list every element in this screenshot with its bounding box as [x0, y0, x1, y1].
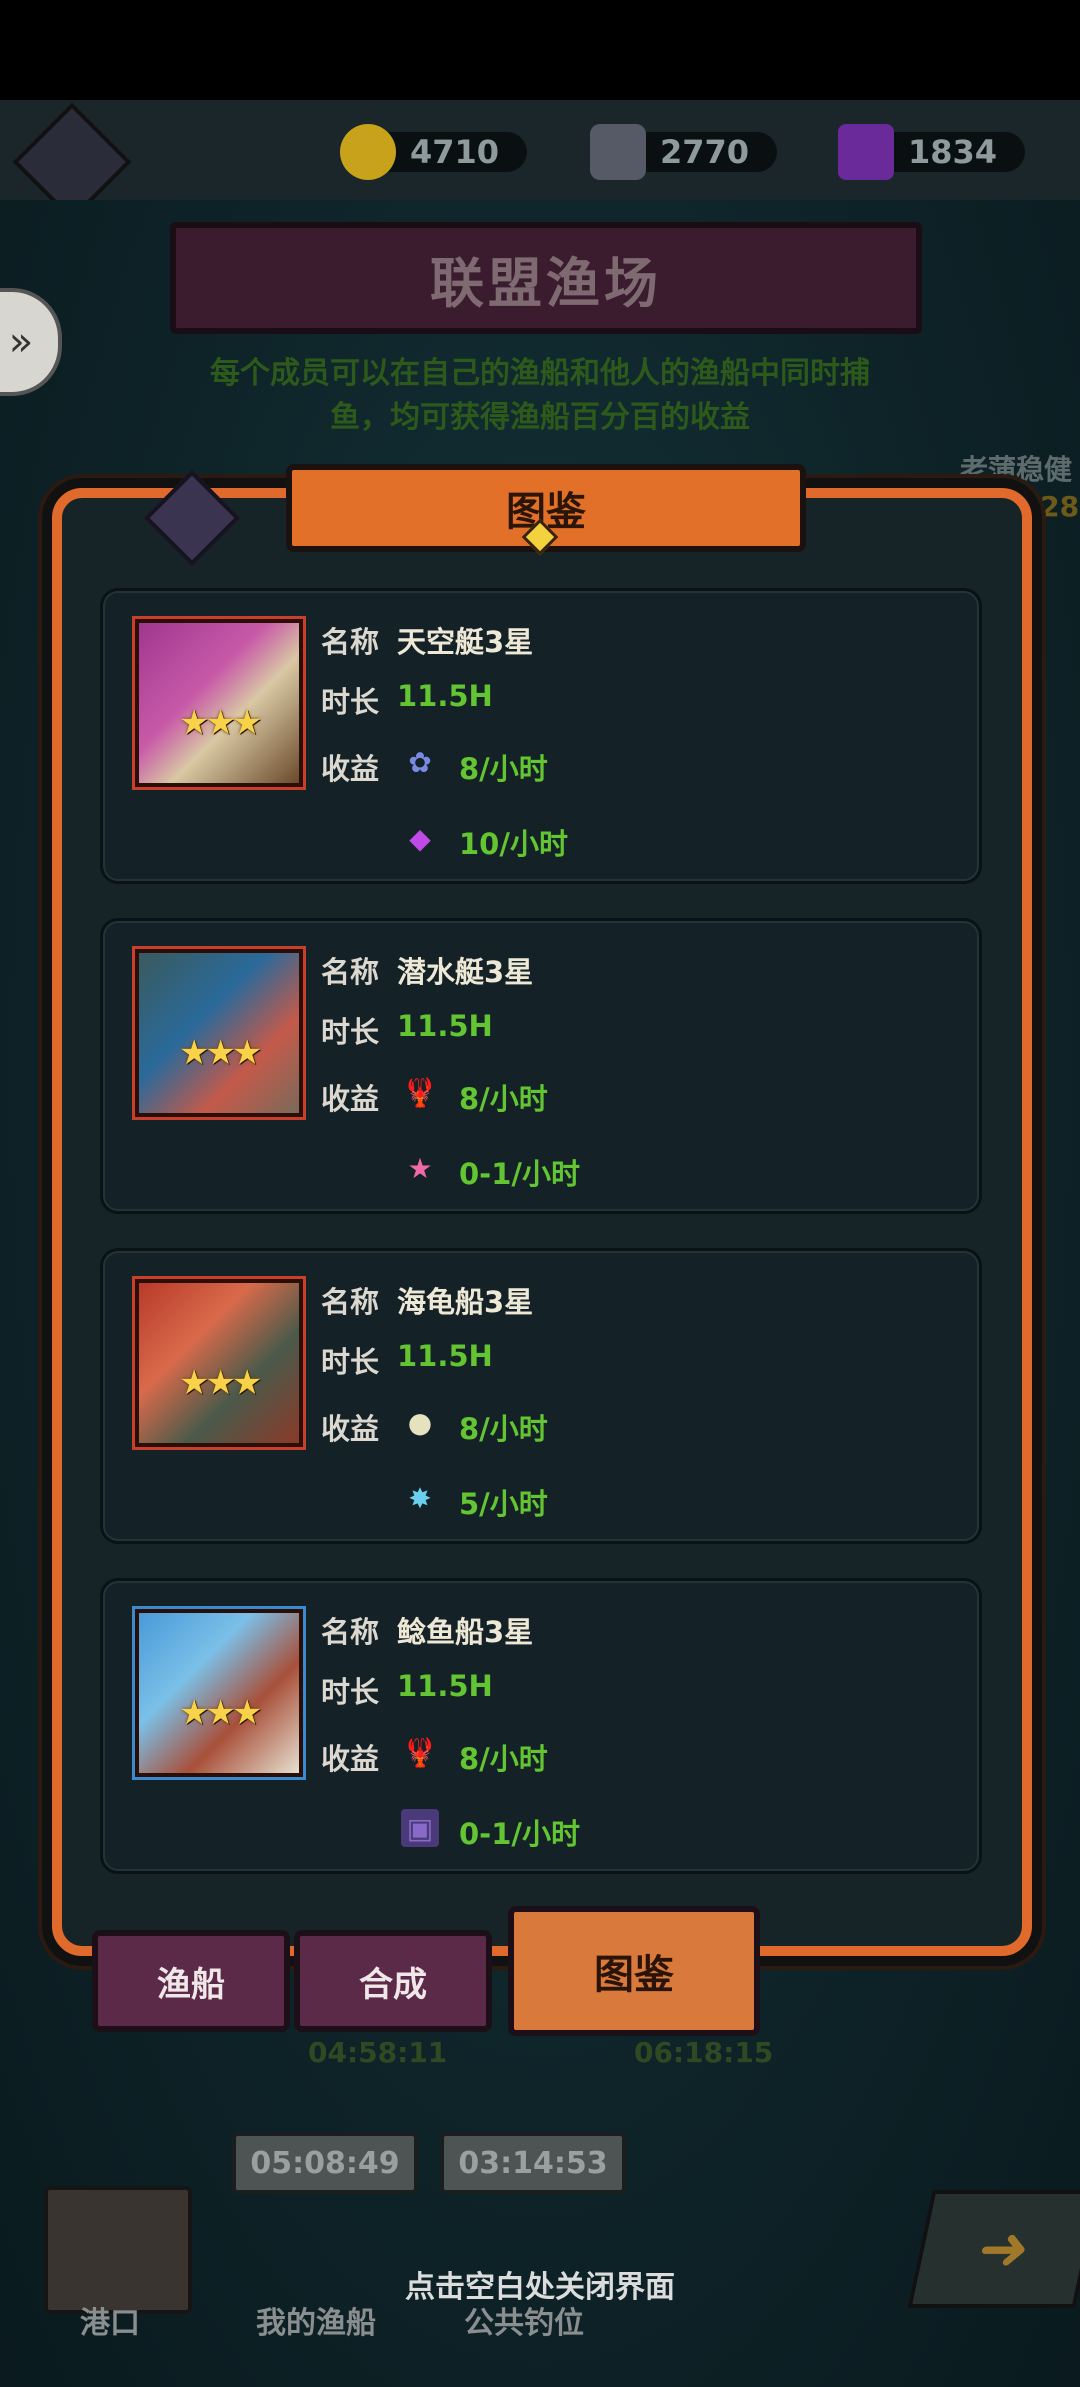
purple-gem-plus-icon[interactable] — [838, 124, 894, 180]
name-label: 名称 — [321, 1285, 380, 1319]
resource-gold: 4710 — [340, 122, 528, 182]
boat-name: 潜水艇3星 — [397, 955, 534, 989]
subtitle-line-2: 鱼，均可获得渔船百分百的收益 — [330, 400, 750, 435]
three-stars-icon: ★★★ — [179, 1363, 262, 1403]
boat-duration: 11.5H — [397, 679, 493, 713]
resource-gem[interactable]: 1834 — [838, 122, 1026, 182]
subtitle-line-1: 每个成员可以在自己的渔船和他人的渔船中同时捕 — [210, 356, 870, 391]
blue-crystal-icon: ✸ — [408, 1481, 432, 1515]
slot-timer-2: 03:14:53 — [440, 2132, 626, 2194]
duration-label: 时长 — [321, 685, 380, 719]
page-title: 联盟渔场 — [170, 222, 922, 334]
tab-boats[interactable]: 渔船 — [92, 1930, 290, 2032]
name-label: 名称 — [321, 625, 380, 659]
boat-card: ★★★ 名称 天空艇3星 时长 11.5H 收益 ✿ 8/小时 ◆ 10/小时 — [100, 588, 982, 884]
income-rate-1: 8/小时 — [459, 1742, 548, 1776]
income-rate-1: 8/小时 — [459, 1412, 548, 1446]
slot-timer-1: 05:08:49 — [232, 2132, 418, 2194]
income-label: 收益 — [321, 1412, 380, 1446]
right-boat-label: 老蒲稳健 — [960, 453, 1073, 486]
boat-duration: 11.5H — [397, 1669, 493, 1703]
income-label: 收益 — [321, 1742, 380, 1776]
duration-label: 时长 — [321, 1015, 380, 1049]
name-label: 名称 — [321, 955, 380, 989]
boat-duration: 11.5H — [397, 1339, 493, 1373]
pearl-shell-icon: ● — [407, 1405, 433, 1439]
tab-synth[interactable]: 合成 — [294, 1930, 492, 2032]
income-label: 收益 — [321, 1082, 380, 1116]
timer-right: 06:18:15 — [634, 2036, 774, 2069]
status-bar — [0, 0, 1080, 100]
duration-label: 时长 — [321, 1675, 380, 1709]
duration-label: 时长 — [321, 1345, 380, 1379]
silver-cube-icon — [590, 124, 646, 180]
income-rate-2: 0-1/小时 — [459, 1817, 580, 1851]
boat-card: ★★★ 名称 海龟船3星 时长 11.5H 收益 ● 8/小时 ✸ 5/小时 — [100, 1248, 982, 1544]
gold-coin-icon — [340, 124, 396, 180]
three-stars-icon: ★★★ — [179, 703, 262, 743]
pink-starfish-icon: ★ — [407, 1151, 433, 1185]
submarine-image: ★★★ — [135, 949, 303, 1117]
resource-silver: 2770 — [590, 122, 778, 182]
three-stars-icon: ★★★ — [179, 1693, 262, 1733]
sky-airship-image: ★★★ — [135, 619, 303, 787]
purple-card-icon: ▣ — [401, 1809, 439, 1847]
boat-card: ★★★ 名称 潜水艇3星 时长 11.5H 收益 🦞 8/小时 ★ 0-1/小时 — [100, 918, 982, 1214]
boat-duration: 11.5H — [397, 1009, 493, 1043]
boat-name: 海龟船3星 — [397, 1285, 534, 1319]
boat-name: 鲶鱼船3星 — [397, 1615, 534, 1649]
page-subtitle: 每个成员可以在自己的渔船和他人的渔船中同时捕 鱼，均可获得渔船百分百的收益 — [160, 352, 920, 440]
timer-left: 04:58:11 — [308, 2036, 448, 2069]
income-rate-1: 8/小时 — [459, 752, 548, 786]
name-label: 名称 — [321, 1615, 380, 1649]
tab-atlas[interactable]: 图鉴 — [508, 1906, 760, 2036]
red-lobster-icon: 🦞 — [402, 1075, 438, 1109]
turtle-ship-image: ★★★ — [135, 1279, 303, 1447]
income-rate-1: 8/小时 — [459, 1082, 548, 1116]
purple-gem-icon: ◆ — [409, 821, 431, 855]
income-rate-2: 0-1/小时 — [459, 1157, 580, 1191]
catfish-ship-image: ★★★ — [135, 1609, 303, 1777]
blue-flower-icon: ✿ — [408, 745, 432, 779]
arrow-right-icon[interactable]: ➜ — [907, 2190, 1080, 2308]
red-lobster-icon: 🦞 — [402, 1735, 438, 1769]
boat-name: 天空艇3星 — [397, 625, 534, 659]
three-stars-icon: ★★★ — [179, 1033, 262, 1073]
income-rate-2: 5/小时 — [459, 1487, 548, 1521]
income-rate-2: 10/小时 — [459, 827, 568, 861]
income-label: 收益 — [321, 752, 380, 786]
boat-card: ★★★ 名称 鲶鱼船3星 时长 11.5H 收益 🦞 8/小时 ▣ 0-1/小时 — [100, 1578, 982, 1874]
